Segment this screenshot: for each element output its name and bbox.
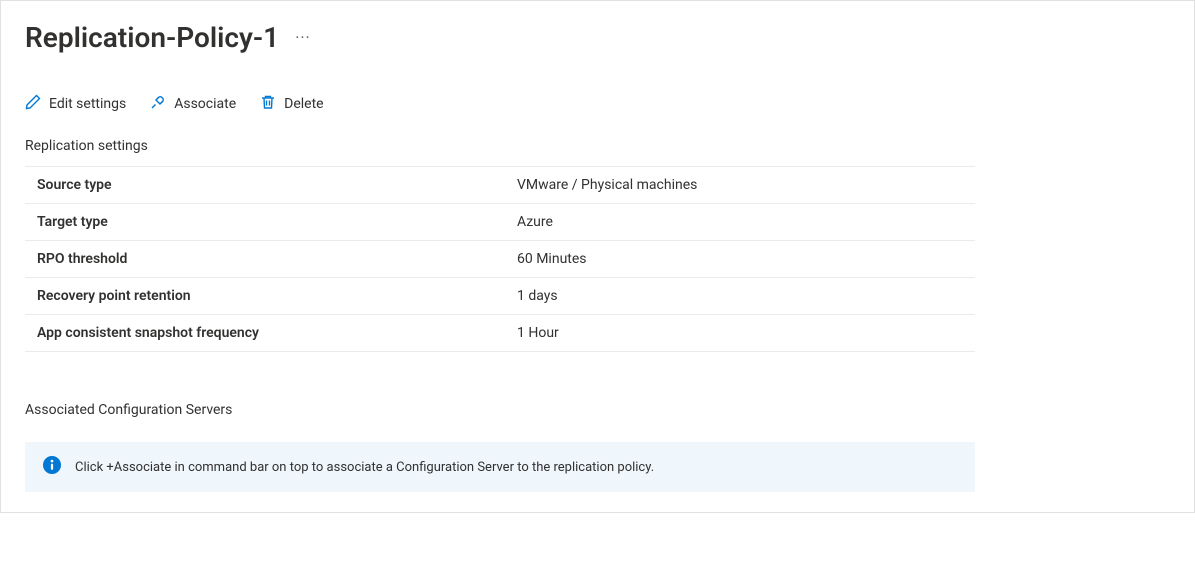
page-title: Replication-Policy-1 xyxy=(25,21,279,54)
setting-value: VMware / Physical machines xyxy=(505,167,975,204)
setting-label: RPO threshold xyxy=(25,241,505,278)
delete-button[interactable]: Delete xyxy=(260,94,323,114)
info-banner-text: Click +Associate in command bar on top t… xyxy=(75,460,654,475)
setting-value: 1 Hour xyxy=(505,315,975,352)
info-icon xyxy=(43,456,61,478)
table-row: Target type Azure xyxy=(25,204,975,241)
setting-value: 60 Minutes xyxy=(505,241,975,278)
setting-value: Azure xyxy=(505,204,975,241)
more-options-icon[interactable]: ··· xyxy=(295,28,311,47)
replication-settings-heading: Replication settings xyxy=(25,138,1170,154)
table-row: Source type VMware / Physical machines xyxy=(25,167,975,204)
edit-settings-label: Edit settings xyxy=(49,96,126,112)
header-row: Replication-Policy-1 ··· xyxy=(25,21,1170,54)
delete-label: Delete xyxy=(284,96,323,112)
associate-button[interactable]: Associate xyxy=(150,94,236,114)
table-row: App consistent snapshot frequency 1 Hour xyxy=(25,315,975,352)
edit-settings-button[interactable]: Edit settings xyxy=(25,94,126,114)
settings-table: Source type VMware / Physical machines T… xyxy=(25,166,975,352)
command-bar: Edit settings Associate Delete xyxy=(25,94,1170,114)
table-row: Recovery point retention 1 days xyxy=(25,278,975,315)
pencil-icon xyxy=(25,94,41,114)
setting-label: Recovery point retention xyxy=(25,278,505,315)
setting-label: Target type xyxy=(25,204,505,241)
table-row: RPO threshold 60 Minutes xyxy=(25,241,975,278)
associate-label: Associate xyxy=(174,96,236,112)
plug-icon xyxy=(150,94,166,114)
setting-label: App consistent snapshot frequency xyxy=(25,315,505,352)
info-banner: Click +Associate in command bar on top t… xyxy=(25,442,975,492)
associated-servers-heading: Associated Configuration Servers xyxy=(25,402,1170,418)
trash-icon xyxy=(260,94,276,114)
setting-value: 1 days xyxy=(505,278,975,315)
setting-label: Source type xyxy=(25,167,505,204)
